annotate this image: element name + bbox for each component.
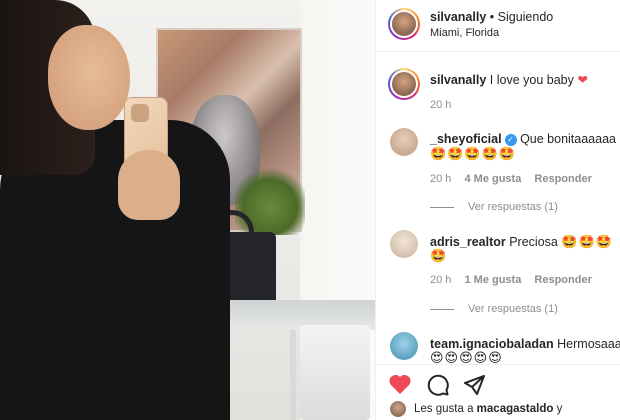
comment-2: adris_realtor Preciosa 🤩🤩🤩 <box>430 235 613 250</box>
comment-avatar[interactable] <box>390 230 418 258</box>
likes-username[interactable]: macagastaldo <box>477 403 554 415</box>
comment-username[interactable]: team.ignaciobaladan <box>430 337 554 351</box>
comment-likes[interactable]: 1 Me gusta <box>464 274 521 286</box>
comment-3: team.ignaciobaladan Hermosaaa <box>430 337 620 351</box>
verified-badge-icon: ✓ <box>504 134 517 146</box>
caption-text: I love you baby <box>489 73 574 87</box>
caption-avatar[interactable] <box>388 68 420 100</box>
comment-meta: 20 h 1 Me gusta Responder <box>430 274 592 286</box>
post-modal: silvanally • Siguiendo Miami, Florida si… <box>0 0 620 420</box>
comment-text: Preciosa <box>509 235 558 249</box>
comment-emojis: 🤩 <box>430 249 448 264</box>
post-header: silvanally • Siguiendo Miami, Florida <box>376 0 620 52</box>
comment-text: Hermosaaa <box>557 337 620 351</box>
likes-suffix: y <box>556 403 563 415</box>
photo-chair <box>300 325 370 420</box>
author-username[interactable]: silvanally • Siguiendo <box>430 10 553 24</box>
post-location[interactable]: Miami, Florida <box>430 27 499 39</box>
post-side-panel: silvanally • Siguiendo Miami, Florida si… <box>375 0 620 420</box>
view-replies-button[interactable]: Ver respuestas (1) <box>468 201 558 213</box>
comment-time[interactable]: 20 h <box>430 173 451 185</box>
photo-person-hand <box>118 150 180 220</box>
comment-likes[interactable]: 4 Me gusta <box>464 173 521 185</box>
caption-username[interactable]: silvanally <box>430 73 486 87</box>
share-icon[interactable] <box>462 373 486 397</box>
author-username-text[interactable]: silvanally <box>430 10 486 24</box>
photo-table-leg <box>290 330 296 420</box>
liker-avatar[interactable] <box>390 401 406 417</box>
caption: silvanally I love you baby ❤ <box>430 72 588 87</box>
comment-text: Que bonitaaaaaa <box>520 132 616 146</box>
comment-time[interactable]: 20 h <box>430 274 451 286</box>
comment-avatar[interactable] <box>390 332 418 360</box>
photo-person-face <box>48 25 130 130</box>
reply-button[interactable]: Responder <box>534 173 591 185</box>
comment-meta: 20 h 4 Me gusta Responder <box>430 173 592 185</box>
comment-emojis: 🤩🤩🤩🤩🤩 <box>430 147 516 162</box>
comment-1: _sheyoficial ✓ Que bonitaaaaaa <box>430 132 616 146</box>
post-photo[interactable] <box>0 0 375 420</box>
photo-phone-camera <box>131 104 149 122</box>
comment-avatar[interactable] <box>390 128 418 156</box>
author-avatar[interactable] <box>388 8 420 40</box>
follow-status[interactable]: • Siguiendo <box>490 10 553 24</box>
caption-time[interactable]: 20 h <box>430 99 451 111</box>
reply-button[interactable]: Responder <box>534 274 591 286</box>
replies-divider <box>430 207 454 208</box>
heart-icon[interactable] <box>388 373 412 395</box>
view-replies-button[interactable]: Ver respuestas (1) <box>468 303 558 315</box>
likes-text: Les gusta a <box>414 403 474 415</box>
likes-summary: Les gusta a macagastaldo y <box>414 403 562 415</box>
heart-emoji: ❤ <box>577 72 588 87</box>
comment-username[interactable]: adris_realtor <box>430 235 506 249</box>
comment-icon[interactable] <box>426 373 450 397</box>
replies-divider <box>430 309 454 310</box>
comment-username[interactable]: _sheyoficial <box>430 132 502 146</box>
action-bar: Les gusta a macagastaldo y <box>376 364 620 420</box>
comment-emojis-inline: 🤩🤩🤩 <box>561 235 613 250</box>
